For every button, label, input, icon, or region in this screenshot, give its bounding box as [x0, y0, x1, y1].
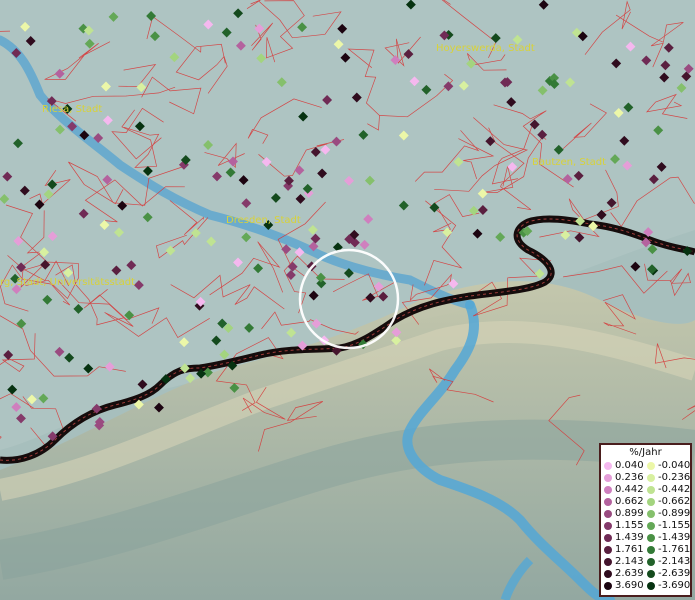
legend-swatch-positive	[604, 570, 612, 578]
legend-value-positive: 2.143	[615, 556, 644, 567]
legend-swatch-positive	[604, 510, 612, 518]
legend-value-positive: 0.442	[615, 484, 644, 495]
legend-value-negative: -1.439	[658, 532, 691, 543]
legend-value-negative: -2.639	[658, 568, 691, 579]
legend-swatch-positive	[604, 546, 612, 554]
legend-value-positive: 3.690	[615, 580, 644, 591]
legend-value-positive: 2.639	[615, 568, 644, 579]
legend-row: 2.143 -2.143	[601, 556, 690, 568]
legend-swatch-positive	[604, 498, 612, 506]
legend: %/Jahr 0.040 -0.040 0.236 -0.236 0.442 -0.442…	[599, 443, 692, 597]
legend-row: 1.439 -1.439	[601, 532, 690, 544]
legend-value-positive: 0.899	[615, 508, 644, 519]
legend-value-negative: -2.143	[658, 556, 691, 567]
legend-value-positive: 1.439	[615, 532, 644, 543]
legend-value-negative: -0.662	[658, 496, 691, 507]
legend-swatch-positive	[604, 486, 612, 494]
legend-value-positive: 1.155	[615, 520, 644, 531]
legend-row: 0.040 -0.040	[601, 460, 690, 472]
legend-value-negative: -0.442	[658, 484, 691, 495]
legend-swatch-positive	[604, 534, 612, 542]
legend-rows: 0.040 -0.040 0.236 -0.236 0.442 -0.442 0.662 -0…	[601, 460, 690, 592]
legend-value-negative: -0.236	[658, 472, 691, 483]
legend-swatch-positive	[604, 474, 612, 482]
legend-value-negative: -1.761	[658, 544, 691, 555]
legend-title: %/Jahr	[629, 447, 662, 458]
legend-value-positive: 1.761	[615, 544, 644, 555]
legend-value-positive: 0.040	[615, 460, 644, 471]
legend-swatch-negative	[647, 534, 655, 542]
legend-swatch-negative	[647, 522, 655, 530]
legend-swatch-negative	[647, 498, 655, 506]
legend-swatch-negative	[647, 546, 655, 554]
legend-swatch-negative	[647, 570, 655, 578]
legend-row: 3.690 -3.690	[601, 580, 690, 592]
legend-swatch-positive	[604, 582, 612, 590]
legend-row: 1.761 -1.761	[601, 544, 690, 556]
legend-swatch-negative	[647, 510, 655, 518]
legend-swatch-negative	[647, 582, 655, 590]
legend-swatch-negative	[647, 462, 655, 470]
legend-swatch-negative	[647, 474, 655, 482]
legend-swatch-positive	[604, 522, 612, 530]
map-canvas[interactable]	[0, 0, 695, 600]
legend-value-positive: 0.662	[615, 496, 644, 507]
legend-row: 2.639 -2.639	[601, 568, 690, 580]
legend-swatch-positive	[604, 558, 612, 566]
legend-swatch-negative	[647, 558, 655, 566]
legend-value-negative: -0.040	[658, 460, 691, 471]
legend-value-positive: 0.236	[615, 472, 644, 483]
legend-row: 0.899 -0.899	[601, 508, 690, 520]
legend-swatch-positive	[604, 462, 612, 470]
legend-row: 0.662 -0.662	[601, 496, 690, 508]
legend-row: 0.442 -0.442	[601, 484, 690, 496]
legend-value-negative: -3.690	[658, 580, 691, 591]
legend-row: 1.155 -1.155	[601, 520, 690, 532]
legend-row: 0.236 -0.236	[601, 472, 690, 484]
legend-swatch-negative	[647, 486, 655, 494]
legend-value-negative: -1.155	[658, 520, 691, 531]
legend-value-negative: -0.899	[658, 508, 691, 519]
